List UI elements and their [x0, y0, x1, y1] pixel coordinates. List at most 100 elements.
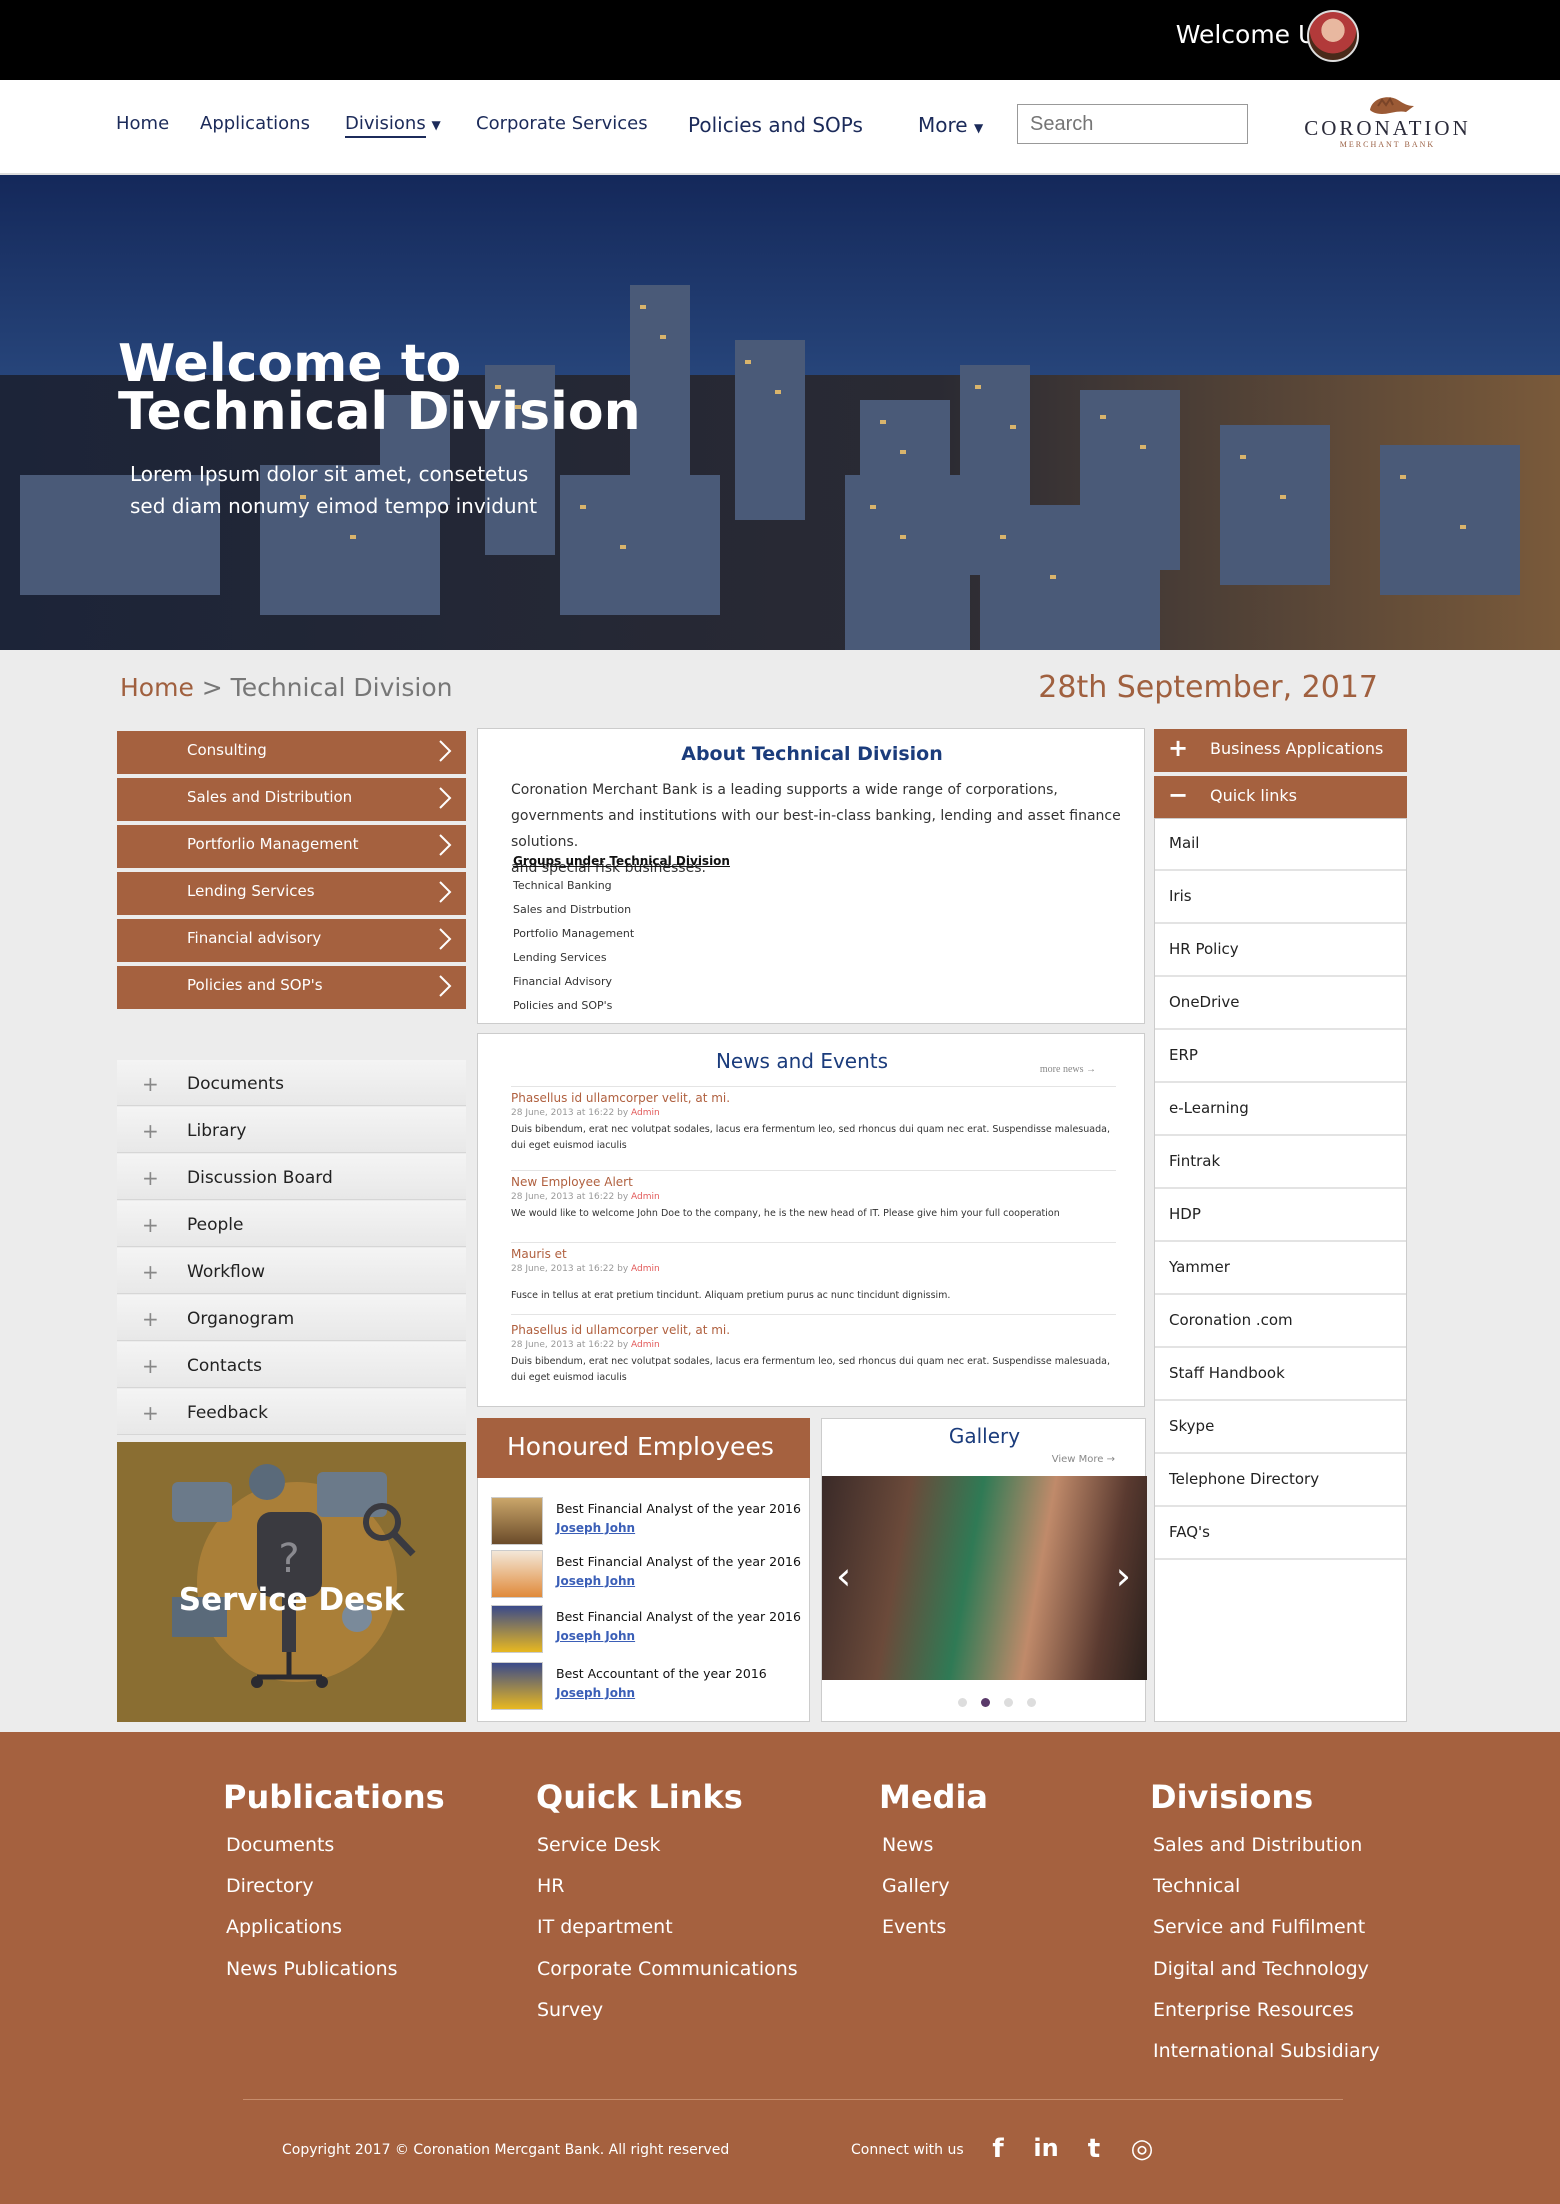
footer-link[interactable]: News Publications	[226, 1958, 398, 1980]
nav-corporate-services[interactable]: Corporate Services	[476, 113, 648, 134]
division-label: Sales and Distribution	[187, 788, 353, 806]
breadcrumb-home[interactable]: Home	[120, 673, 194, 702]
news-item[interactable]: Mauris et 28 June, 2013 at 16:22 by Admi…	[511, 1242, 1116, 1304]
logo-subtitle: MERCHANT BANK	[1339, 140, 1436, 149]
linkedin-icon[interactable]: in	[1030, 2134, 1062, 2166]
gallery-dot[interactable]	[958, 1698, 967, 1707]
quick-link-yammer[interactable]: Yammer	[1155, 1243, 1406, 1295]
quick-link-mail[interactable]: Mail	[1155, 819, 1406, 871]
business-applications-header[interactable]: + Business Applications	[1154, 729, 1407, 772]
news-author[interactable]: Admin	[631, 1192, 660, 1202]
employee-name[interactable]: Joseph John	[556, 1629, 635, 1643]
quick-link-faq[interactable]: FAQ's	[1155, 1508, 1406, 1560]
logo-name: CORONATION	[1304, 116, 1471, 140]
footer-link[interactable]: IT department	[537, 1916, 673, 1938]
employee-name[interactable]: Joseph John	[556, 1521, 635, 1535]
footer-link[interactable]: News	[882, 1834, 933, 1856]
link-people[interactable]: + People	[117, 1201, 466, 1247]
group-item: Policies and SOP's	[513, 999, 613, 1012]
news-item[interactable]: New Employee Alert 28 June, 2013 at 16:2…	[511, 1170, 1116, 1222]
news-headline[interactable]: Phasellus id ullamcorper velit, at mi.	[511, 1087, 1116, 1105]
division-portfolio[interactable]: Portforlio Management	[117, 825, 466, 868]
nav-divisions[interactable]: Divisions ▼	[345, 113, 441, 138]
chevron-right-icon[interactable]: ›	[1116, 1554, 1131, 1598]
footer-link[interactable]: Service and Fulfilment	[1153, 1916, 1365, 1938]
chevron-left-icon[interactable]: ‹	[836, 1554, 851, 1598]
quick-link-fintrak[interactable]: Fintrak	[1155, 1137, 1406, 1189]
news-author[interactable]: Admin	[631, 1108, 660, 1118]
quick-link-staff-handbook[interactable]: Staff Handbook	[1155, 1349, 1406, 1401]
employee-name[interactable]: Joseph John	[556, 1574, 635, 1588]
division-label: Financial advisory	[187, 929, 322, 947]
more-news-link[interactable]: more news →	[1040, 1064, 1096, 1075]
footer-link[interactable]: HR	[537, 1875, 565, 1897]
footer-link[interactable]: Directory	[226, 1875, 314, 1897]
quick-link-hdp[interactable]: HDP	[1155, 1190, 1406, 1242]
link-feedback[interactable]: + Feedback	[117, 1389, 466, 1435]
division-policies[interactable]: Policies and SOP's	[117, 966, 466, 1009]
search-input[interactable]	[1017, 104, 1248, 144]
breadcrumb-current: Technical Division	[230, 673, 453, 702]
footer-link[interactable]: Applications	[226, 1916, 342, 1938]
link-workflow[interactable]: + Workflow	[117, 1248, 466, 1294]
employee-award: Best Financial Analyst of the year 2016	[556, 1554, 801, 1569]
quick-link-skype[interactable]: Skype	[1155, 1402, 1406, 1454]
quick-link-telephone[interactable]: Telephone Directory	[1155, 1455, 1406, 1507]
footer-link[interactable]: Digital and Technology	[1153, 1958, 1369, 1980]
news-headline[interactable]: Mauris et	[511, 1243, 1116, 1261]
footer-link[interactable]: International Subsidiary	[1153, 2040, 1380, 2062]
caret-down-icon: ▼	[973, 121, 984, 135]
link-organogram[interactable]: + Organogram	[117, 1295, 466, 1341]
quick-link-elearning[interactable]: e-Learning	[1155, 1084, 1406, 1136]
gallery-dot[interactable]	[1004, 1698, 1013, 1707]
news-item[interactable]: Phasellus id ullamcorper velit, at mi. 2…	[511, 1314, 1116, 1386]
user-avatar[interactable]	[1307, 10, 1359, 62]
nav-home[interactable]: Home	[116, 113, 169, 134]
division-consulting[interactable]: Consulting	[117, 731, 466, 774]
instagram-icon[interactable]: ◎	[1126, 2134, 1158, 2166]
news-headline[interactable]: Phasellus id ullamcorper velit, at mi.	[511, 1315, 1116, 1337]
footer-link[interactable]: Service Desk	[537, 1834, 660, 1856]
quick-link-onedrive[interactable]: OneDrive	[1155, 978, 1406, 1030]
service-desk-tile[interactable]: ? Service Desk	[117, 1442, 466, 1722]
employee-photo	[491, 1497, 543, 1545]
nav-applications[interactable]: Applications	[200, 113, 310, 134]
employee-photo	[491, 1550, 543, 1598]
division-lending[interactable]: Lending Services	[117, 872, 466, 915]
gallery-dot[interactable]	[1027, 1698, 1036, 1707]
link-discussion-board[interactable]: + Discussion Board	[117, 1154, 466, 1200]
footer-link[interactable]: Enterprise Resources	[1153, 1999, 1354, 2021]
footer-link[interactable]: Sales and Distribution	[1153, 1834, 1362, 1856]
link-label: Organogram	[187, 1309, 295, 1329]
footer-link[interactable]: Events	[882, 1916, 946, 1938]
quick-link-coronation[interactable]: Coronation .com	[1155, 1296, 1406, 1348]
link-library[interactable]: + Library	[117, 1107, 466, 1153]
nav-policies[interactable]: Policies and SOPs	[688, 113, 863, 137]
view-more-link[interactable]: View More →	[1052, 1454, 1115, 1465]
news-author[interactable]: Admin	[631, 1340, 660, 1350]
employee-name[interactable]: Joseph John	[556, 1686, 635, 1700]
twitter-icon[interactable]: t	[1078, 2134, 1110, 2166]
about-panel: About Technical Division Coronation Merc…	[477, 728, 1145, 1024]
quick-link-hr-policy[interactable]: HR Policy	[1155, 925, 1406, 977]
footer-link[interactable]: Technical	[1153, 1875, 1240, 1897]
quick-link-erp[interactable]: ERP	[1155, 1031, 1406, 1083]
news-headline[interactable]: New Employee Alert	[511, 1171, 1116, 1189]
footer-link[interactable]: Gallery	[882, 1875, 950, 1897]
plus-icon: +	[142, 1119, 159, 1143]
link-contacts[interactable]: + Contacts	[117, 1342, 466, 1388]
link-documents[interactable]: + Documents	[117, 1060, 466, 1106]
gallery-dot[interactable]	[981, 1698, 990, 1707]
nav-more[interactable]: More ▼	[918, 113, 983, 137]
division-sales[interactable]: Sales and Distribution	[117, 778, 466, 821]
news-item[interactable]: Phasellus id ullamcorper velit, at mi. 2…	[511, 1086, 1116, 1154]
gallery-image[interactable]	[822, 1476, 1147, 1680]
facebook-icon[interactable]: f	[982, 2134, 1014, 2166]
footer-link[interactable]: Corporate Communications	[537, 1958, 798, 1980]
news-author[interactable]: Admin	[631, 1264, 660, 1274]
footer-link[interactable]: Documents	[226, 1834, 334, 1856]
quick-link-iris[interactable]: Iris	[1155, 872, 1406, 924]
division-financial[interactable]: Financial advisory	[117, 919, 466, 962]
footer-link[interactable]: Survey	[537, 1999, 603, 2021]
quick-links-header[interactable]: − Quick links	[1154, 776, 1407, 819]
